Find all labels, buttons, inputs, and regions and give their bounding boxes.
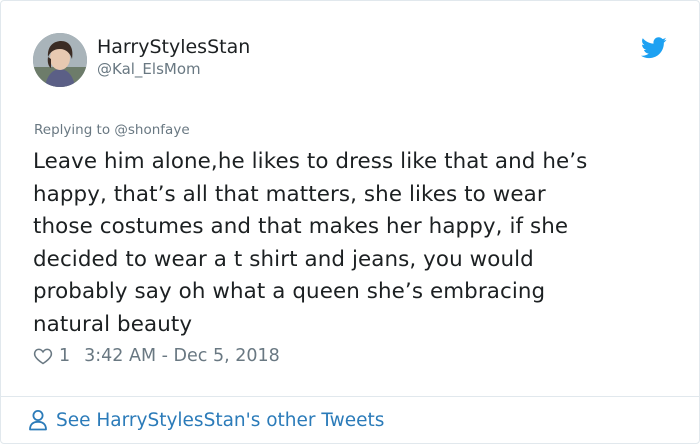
author-handle[interactable]: @Kal_ElsMom [97, 59, 201, 79]
tweet-text: Leave him alone,he likes to dress like t… [33, 146, 673, 342]
author-avatar[interactable] [33, 33, 87, 87]
tweet-timestamp[interactable]: 3:42 AM - Dec 5, 2018 [84, 346, 280, 366]
heart-outline-icon[interactable] [33, 346, 53, 366]
embedded-tweet-card: HarryStylesStan @Kal_ElsMom Replying to … [0, 0, 700, 444]
tweet-text-line: probably say oh what a queen she’s embra… [33, 279, 546, 305]
author-display-name[interactable]: HarryStylesStan [97, 35, 250, 59]
person-outline-icon [29, 410, 47, 431]
tweet-text-line: happy, that’s all that matters, she like… [33, 181, 546, 207]
see-other-tweets-link[interactable]: See HarryStylesStan's other Tweets [28, 407, 384, 433]
footer-divider [1, 396, 699, 397]
like-count[interactable]: 1 [59, 346, 70, 366]
replying-to-label[interactable]: Replying to @shonfaye [34, 121, 190, 139]
tweet-text-line: natural beauty [33, 311, 193, 337]
tweet-text-line: decided to wear a t shirt and jeans, you… [33, 246, 534, 272]
twitter-bird-icon[interactable] [641, 37, 667, 59]
tweet-text-line: those costumes and that makes her happy,… [33, 214, 569, 240]
tweet-text-line: Leave him alone,he likes to dress like t… [33, 149, 588, 174]
see-other-tweets-label: See HarryStylesStan's other Tweets [56, 409, 385, 431]
tweet-meta: 1 3:42 AM - Dec 5, 2018 [33, 344, 280, 368]
avatar-image [33, 33, 87, 87]
